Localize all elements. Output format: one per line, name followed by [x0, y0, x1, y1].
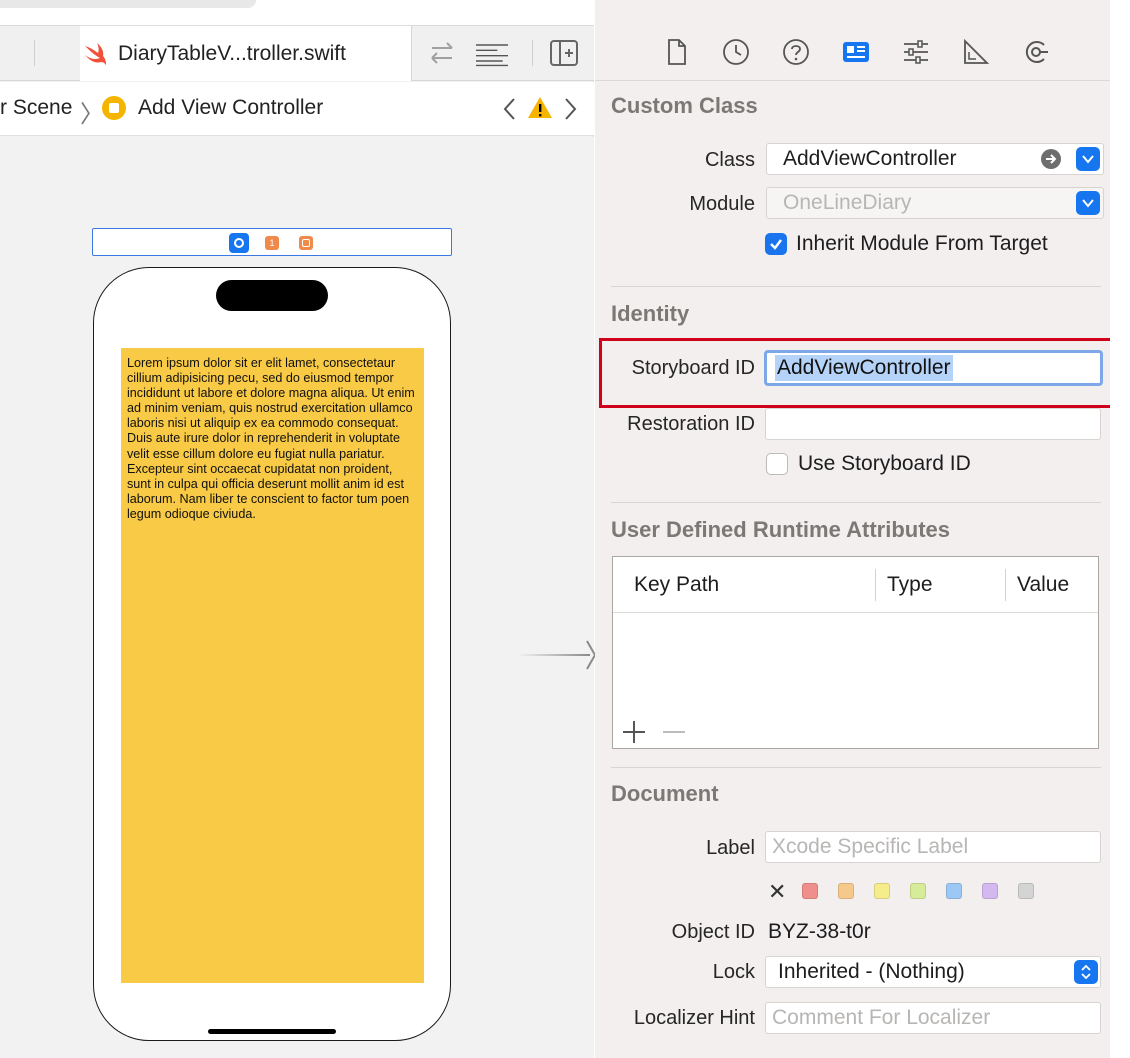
section-divider: [611, 767, 1101, 768]
storyboard-id-label: Storyboard ID: [631, 357, 755, 379]
table-header: Key Path Type Value: [613, 557, 1098, 613]
remove-icon[interactable]: [661, 719, 687, 745]
lorem-text: Lorem ipsum dolor sit er elit lamet, con…: [127, 356, 415, 521]
inherit-module-label: Inherit Module From Target: [796, 232, 1048, 255]
localizer-hint-input[interactable]: Comment For Localizer: [765, 1002, 1101, 1034]
editor-pane: DiaryTableV...troller.swift r Scene 〉 Ad…: [0, 0, 597, 1058]
label-placeholder: Xcode Specific Label: [772, 835, 969, 858]
class-label: Class: [704, 149, 755, 171]
navigate-arrow-icon[interactable]: [1040, 148, 1062, 170]
label-color-purple[interactable]: [982, 883, 998, 899]
first-responder-dock-icon[interactable]: 1: [265, 236, 279, 250]
use-storyboard-id-label: Use Storyboard ID: [798, 452, 971, 475]
object-id-label: Object ID: [671, 921, 755, 943]
add-icon[interactable]: [621, 719, 647, 745]
module-combobox[interactable]: OneLineDiary: [766, 187, 1104, 219]
clear-color-icon[interactable]: ✕: [768, 879, 786, 905]
tab-swift-file[interactable]: DiaryTableV...troller.swift: [80, 26, 412, 81]
lock-value: Inherited - (Nothing): [778, 960, 965, 983]
dynamic-island: [216, 280, 328, 311]
runtime-attributes-title: User Defined Runtime Attributes: [611, 517, 951, 542]
view-controller-icon: [102, 96, 126, 120]
storyboard-id-input[interactable]: AddViewController: [764, 350, 1103, 386]
column-value[interactable]: Value: [1017, 573, 1069, 597]
inherit-module-checkbox[interactable]: [765, 233, 787, 255]
chevron-left-icon[interactable]: [500, 96, 520, 122]
lock-stepper-button[interactable]: [1074, 960, 1098, 984]
lock-label: Lock: [712, 961, 755, 983]
chevron-down-icon: [1082, 199, 1094, 208]
swift-icon: [85, 42, 106, 65]
column-key-path[interactable]: Key Path: [634, 573, 719, 597]
chevron-down-icon: [1082, 155, 1094, 164]
tab-separator: [34, 40, 35, 66]
toolbar-pill: [0, 0, 256, 8]
section-divider: [611, 286, 1101, 287]
column-type[interactable]: Type: [887, 573, 933, 597]
label-label: Label: [706, 837, 755, 859]
custom-class-title: Custom Class: [611, 93, 758, 118]
label-color-green[interactable]: [910, 883, 926, 899]
home-indicator: [208, 1029, 336, 1034]
label-color-yellow[interactable]: [874, 883, 890, 899]
breadcrumb-controller[interactable]: Add View Controller: [138, 96, 323, 120]
storyboard-canvas[interactable]: 1 Lorem ipsum dolor sit er elit lamet, c…: [0, 137, 597, 1058]
restoration-id-label: Restoration ID: [627, 413, 755, 435]
history-icon[interactable]: [722, 38, 750, 66]
warning-icon[interactable]: [527, 95, 553, 121]
inspector-tab-bar: [595, 0, 1110, 81]
column-separator: [875, 569, 876, 601]
up-down-chevron-icon: [1081, 964, 1091, 980]
minimap-icon[interactable]: [476, 38, 508, 68]
breadcrumb: r Scene 〉 Add View Controller: [0, 82, 594, 136]
lock-popup-button[interactable]: Inherited - (Nothing): [765, 956, 1101, 988]
column-separator: [1005, 569, 1006, 601]
label-color-blue[interactable]: [946, 883, 962, 899]
localizer-hint-label: Localizer Hint: [633, 1007, 755, 1029]
section-divider: [611, 502, 1101, 503]
restoration-id-input[interactable]: [765, 408, 1101, 440]
editor-tab-bar: DiaryTableV...troller.swift: [0, 26, 594, 81]
iphone-frame[interactable]: Lorem ipsum dolor sit er elit lamet, con…: [93, 267, 451, 1041]
object-id-value: BYZ-38-t0r: [768, 920, 871, 943]
storyboard-id-value: AddViewController: [775, 355, 953, 381]
runtime-attributes-table[interactable]: Key Path Type Value: [612, 556, 1099, 749]
inspector-pane: Custom Class Class AddViewController Mod…: [595, 0, 1130, 1058]
view-controller-dock-icon[interactable]: [229, 233, 249, 253]
attributes-icon[interactable]: [902, 38, 930, 66]
window-top-strip: [0, 0, 594, 26]
segue-line[interactable]: [518, 654, 590, 656]
file-icon[interactable]: [663, 38, 691, 66]
class-dropdown-button[interactable]: [1076, 147, 1100, 171]
module-dropdown-button[interactable]: [1076, 191, 1100, 215]
document-title: Document: [611, 781, 719, 806]
label-input[interactable]: Xcode Specific Label: [765, 831, 1101, 863]
window-right-edge: [1110, 0, 1130, 1058]
breadcrumb-scene[interactable]: r Scene: [0, 96, 72, 120]
size-icon[interactable]: [962, 38, 990, 66]
label-color-orange[interactable]: [838, 883, 854, 899]
use-storyboard-id-checkbox[interactable]: [766, 453, 788, 475]
text-view[interactable]: Lorem ipsum dolor sit er elit lamet, con…: [121, 348, 424, 983]
help-icon[interactable]: [782, 38, 810, 66]
checkmark-icon: [770, 239, 782, 250]
class-value: AddViewController: [783, 147, 957, 170]
label-color-red[interactable]: [802, 883, 818, 899]
identity-title: Identity: [611, 301, 690, 326]
connections-icon[interactable]: [1022, 38, 1050, 66]
tab-filename: DiaryTableV...troller.swift: [118, 41, 346, 65]
identity-icon[interactable]: [842, 38, 870, 66]
swap-arrows-icon[interactable]: [426, 38, 458, 68]
scene-dock[interactable]: 1: [92, 228, 452, 256]
module-placeholder: OneLineDiary: [783, 191, 912, 214]
module-label: Module: [689, 193, 755, 215]
exit-dock-icon[interactable]: [299, 236, 313, 250]
add-editor-icon[interactable]: [548, 38, 580, 68]
tab-separator: [532, 40, 533, 66]
chevron-right-icon[interactable]: [560, 96, 580, 122]
localizer-hint-placeholder: Comment For Localizer: [772, 1006, 991, 1029]
label-color-gray[interactable]: [1018, 883, 1034, 899]
